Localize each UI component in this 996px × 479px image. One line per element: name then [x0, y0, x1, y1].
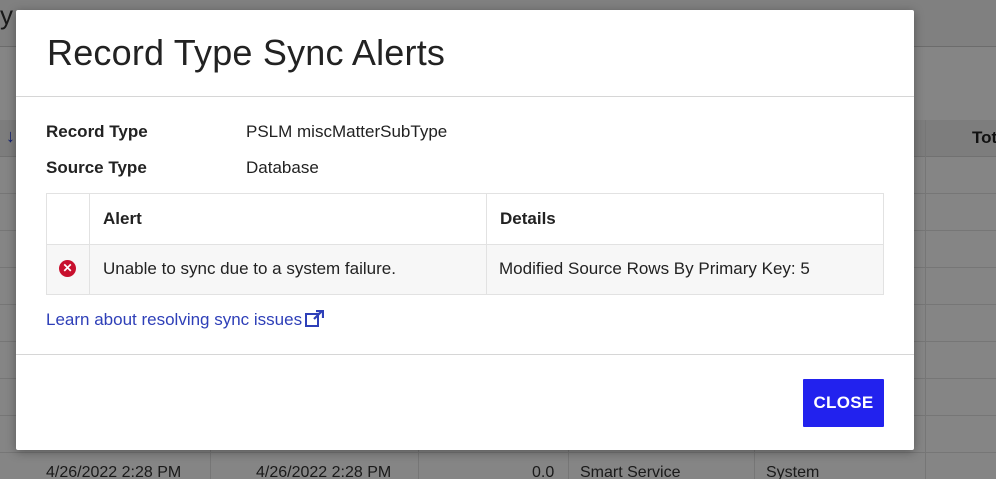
learn-link-label: Learn about resolving sync issues: [46, 310, 303, 329]
learn-sync-issues-link[interactable]: Learn about resolving sync issues: [46, 309, 325, 332]
close-button[interactable]: CLOSE: [803, 379, 884, 427]
table-row: ✕ Unable to sync due to a system failure…: [47, 245, 883, 294]
column-divider: [486, 194, 487, 294]
dialog-title: Record Type Sync Alerts: [47, 32, 446, 73]
dialog-footer-divider: [16, 354, 914, 355]
sync-alerts-dialog: Record Type Sync Alerts Record Type PSLM…: [16, 10, 914, 450]
alerts-table: Alert Details ✕ Unable to sync due to a …: [46, 193, 884, 295]
alert-details: Modified Source Rows By Primary Key: 5: [499, 259, 810, 278]
source-type-label: Source Type: [46, 158, 147, 177]
alerts-table-header: Alert Details: [47, 194, 883, 245]
record-type-value: PSLM miscMatterSubType: [246, 122, 448, 141]
external-link-icon: [305, 309, 325, 332]
column-divider: [89, 194, 90, 294]
record-type-label: Record Type: [46, 122, 148, 141]
details-column-header: Details: [500, 209, 556, 228]
alert-column-header: Alert: [103, 209, 142, 228]
dialog-header: Record Type Sync Alerts: [16, 10, 914, 97]
error-circle-icon: ✕: [59, 260, 76, 277]
source-type-value: Database: [246, 158, 319, 177]
alert-message: Unable to sync due to a system failure.: [103, 259, 396, 278]
